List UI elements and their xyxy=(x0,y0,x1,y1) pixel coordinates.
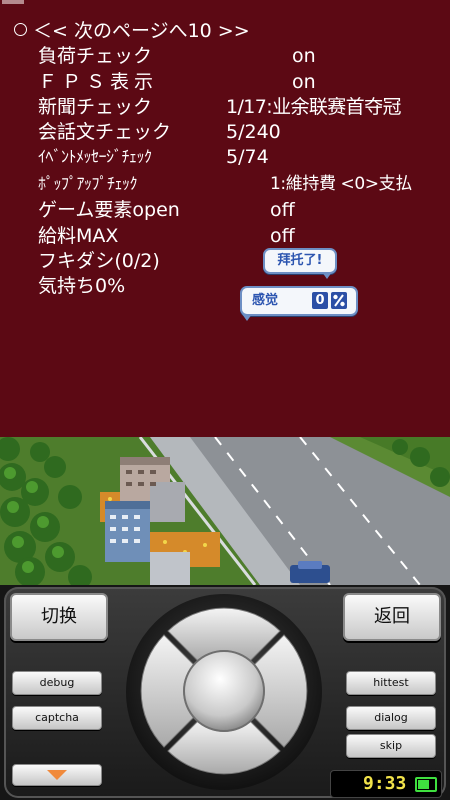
menu-label-fps[interactable]: ＦＰＳ表示 xyxy=(38,71,158,93)
clock-display: 9:33 xyxy=(330,770,442,798)
skip-button[interactable]: skip xyxy=(346,734,436,758)
triangle-down-icon xyxy=(47,770,67,780)
feeling-value-digit: 0 xyxy=(312,292,328,309)
menu-label-feeling[interactable]: 気持ち0% xyxy=(38,275,125,297)
clock-time: 9:33 xyxy=(363,773,407,794)
menu-label-load-check[interactable]: 負荷チェック xyxy=(38,45,152,67)
menu-value-load-check: on xyxy=(292,45,316,67)
menu-label-speech-bubble[interactable]: フキダシ(0/2) xyxy=(38,250,160,272)
next-page-label: ＜< 次のページへ10 >> xyxy=(33,20,250,42)
menu-label-salary-max[interactable]: 給料MAX xyxy=(38,225,118,247)
menu-value-fps: on xyxy=(292,71,316,93)
game-view[interactable] xyxy=(0,437,450,585)
battery-level xyxy=(418,780,429,789)
feeling-bubble-label: 感觉 xyxy=(252,293,279,308)
dpad-center-button[interactable] xyxy=(178,645,270,737)
battery-icon xyxy=(415,777,437,792)
menu-value-event-message-check: 5/74 xyxy=(226,146,269,168)
feeling-speech-bubble: 感觉 0 xyxy=(240,286,358,321)
menu-label-dialogue-check[interactable]: 会話文チェック xyxy=(38,121,171,143)
dialog-button[interactable]: dialog xyxy=(346,706,436,730)
menu-label-game-elements-open[interactable]: ゲーム要素open xyxy=(38,199,180,221)
corner-tag xyxy=(2,0,24,4)
city-scene-illustration xyxy=(0,437,450,585)
menu-label-popup-check[interactable]: ﾎﾟｯﾌﾟｱｯﾌﾟﾁｪｯｸ xyxy=(38,173,138,195)
next-page-link[interactable]: ＜< 次のページへ10 >> xyxy=(14,20,250,42)
menu-label-event-message-check[interactable]: ｲﾍﾞﾝﾄﾒｯｾｰｼﾞﾁｪｯｸ xyxy=(38,146,152,168)
debug-button[interactable]: debug xyxy=(12,671,102,695)
menu-value-game-elements-open: off xyxy=(270,199,295,221)
captcha-button[interactable]: captcha xyxy=(12,706,102,730)
menu-value-salary-max: off xyxy=(270,225,295,247)
switch-button[interactable]: 切换 xyxy=(10,593,108,641)
menu-label-newspaper-check[interactable]: 新聞チェック xyxy=(38,96,152,118)
back-button[interactable]: 返回 xyxy=(343,593,441,641)
circle-icon xyxy=(14,23,27,36)
debug-menu-panel: ＜< 次のページへ10 >> 負荷チェック on ＦＰＳ表示 on 新聞チェック… xyxy=(0,0,450,437)
hittest-button[interactable]: hittest xyxy=(346,671,436,695)
menu-value-newspaper-check: 1/17:业余联赛首夺冠 xyxy=(226,96,401,118)
percent-icon xyxy=(331,292,347,309)
request-bubble-text: 拜托了! xyxy=(277,253,323,268)
virtual-controller: 切换 返回 debug captcha hittest dialog skip xyxy=(0,585,450,800)
menu-value-popup-check: 1:維持費 <0>支払 xyxy=(270,174,412,194)
scroll-down-button[interactable] xyxy=(12,764,102,786)
request-speech-bubble: 拜托了! xyxy=(263,248,337,279)
menu-value-dialogue-check: 5/240 xyxy=(226,121,281,143)
